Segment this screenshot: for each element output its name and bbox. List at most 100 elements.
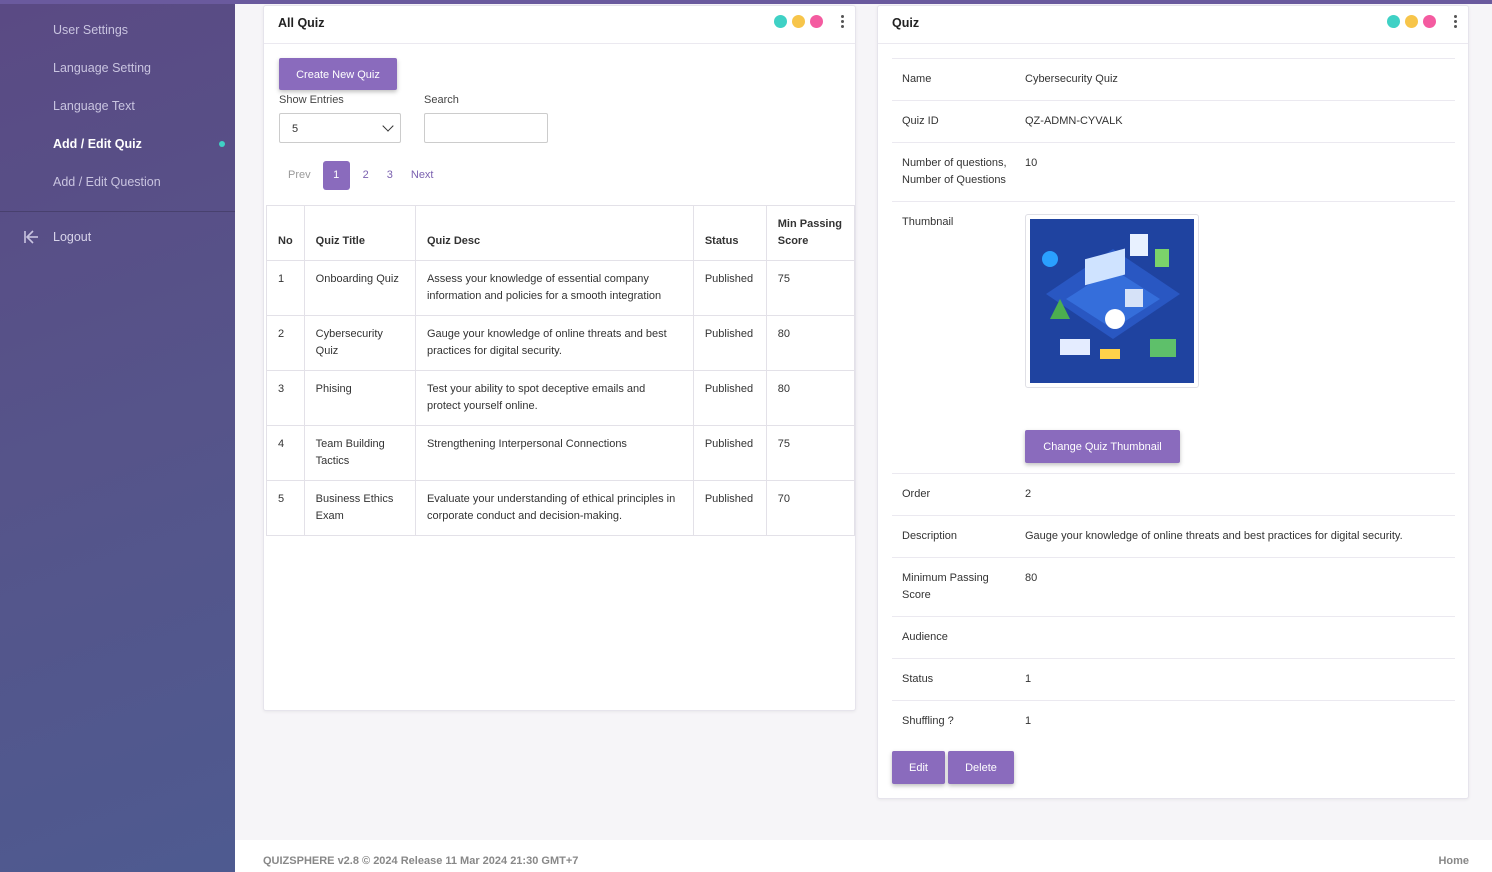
quiz-detail-list: Name Cybersecurity Quiz Quiz ID QZ-ADMN-… [892, 58, 1455, 742]
detail-label: Quiz ID [902, 115, 939, 127]
column-header: No [266, 205, 305, 261]
detail-value: 80 [1025, 572, 1038, 584]
top-accent-line [0, 0, 1492, 4]
edit-button[interactable]: Edit [892, 751, 945, 784]
quiz-detail-card: Quiz Name Cybersecurity Quiz Quiz ID QZ-… [877, 5, 1469, 799]
detail-row-order: Order 2 [892, 473, 1455, 515]
more-vert-icon[interactable] [1454, 15, 1458, 31]
table-row[interactable]: 3 Phising Test your ability to spot decept… [266, 370, 856, 426]
select-value: 5 [292, 123, 299, 135]
teal-dot [1387, 15, 1400, 28]
show-entries-select[interactable]: 5 [279, 113, 401, 143]
sidebar-item-add-edit-question[interactable]: Add / Edit Question [0, 163, 235, 201]
column-header: Quiz Desc [414, 205, 694, 261]
sidebar-item-user-settings[interactable]: User Settings [0, 11, 235, 49]
detail-row-status: Status 1 [892, 658, 1455, 700]
card-header: Quiz [878, 6, 1468, 44]
table-cell: 1 [266, 260, 305, 316]
pagination-page-1[interactable]: 1 [322, 161, 350, 190]
table-cell: 3 [266, 370, 305, 426]
sidebar-item-add-edit-quiz[interactable]: Add / Edit Quiz [0, 125, 235, 163]
table-cell: 75 [765, 260, 856, 316]
detail-actions: Edit Delete [892, 751, 1017, 784]
quiz-thumbnail-image [1025, 214, 1199, 388]
detail-label: Audience [902, 631, 948, 643]
detail-row-name: Name Cybersecurity Quiz [892, 58, 1455, 100]
footer-home-link[interactable]: Home [1438, 855, 1469, 867]
pink-dot [810, 15, 823, 28]
column-header: Min Passing Score [765, 205, 856, 261]
sidebar-item-label: Language Text [53, 99, 135, 113]
sidebar-item-label: Language Setting [53, 61, 152, 75]
detail-label: Order [902, 488, 931, 500]
detail-row-quiz-id: Quiz ID QZ-ADMN-CYVALK [892, 100, 1455, 142]
table-header-row: No Quiz Title Quiz Desc Status Min Passi… [266, 205, 856, 261]
table-cell: 2 [266, 315, 305, 371]
table-cell: 70 [765, 480, 856, 536]
table-cell: Assess your knowledge of essential compa… [414, 260, 694, 316]
detail-label: Number of questions, Number of Questions [902, 157, 1007, 186]
delete-button[interactable]: Delete [948, 751, 1014, 784]
chevron-down-icon [382, 120, 394, 132]
create-new-quiz-button[interactable]: Create New Quiz [279, 58, 397, 90]
detail-label: Name [902, 73, 932, 85]
detail-value [1025, 617, 1455, 658]
yellow-dot [1405, 15, 1418, 28]
card-title: All Quiz [278, 16, 325, 30]
detail-value: Cybersecurity Quiz [1025, 73, 1118, 85]
detail-row-audience: Audience [892, 616, 1455, 658]
detail-row-shuffling: Shuffling ? 1 [892, 700, 1455, 742]
logout-icon [24, 230, 38, 244]
table-cell: 5 [266, 480, 305, 536]
pagination-page-3[interactable]: 3 [378, 161, 402, 190]
table-cell: 80 [765, 315, 856, 371]
sidebar-item-language-text[interactable]: Language Text [0, 87, 235, 125]
card-header: All Quiz [264, 6, 855, 44]
table-cell: Cybersecurity Quiz [303, 315, 416, 371]
table-cell: Published [692, 480, 767, 536]
detail-value: Gauge your knowledge of online threats a… [1025, 530, 1403, 542]
table-cell: Strengthening Interpersonal Connections [414, 425, 694, 481]
table-cell: Test your ability to spot deceptive emai… [414, 370, 694, 426]
detail-label: Thumbnail [902, 216, 954, 228]
table-cell: Gauge your knowledge of online threats a… [414, 315, 694, 371]
pagination: Prev 1 2 3 Next [278, 161, 443, 190]
table-row[interactable]: 1 Onboarding Quiz Assess your knowledge of… [266, 260, 856, 316]
detail-row-thumbnail: Thumbnail Change Quiz Thumbnail [892, 201, 1455, 473]
yellow-dot [792, 15, 805, 28]
all-quiz-card: All Quiz Create New Quiz Show Entries Se… [263, 5, 856, 711]
table-row[interactable]: 5 Business Ethics Exam Evaluate your under… [266, 480, 856, 536]
column-header: Status [692, 205, 767, 261]
table-row[interactable]: 2 Cybersecurity Quiz Gauge your knowledge … [266, 315, 856, 371]
change-quiz-thumbnail-button[interactable]: Change Quiz Thumbnail [1025, 430, 1180, 463]
logout-label: Logout [53, 230, 92, 244]
show-entries-label: Show Entries [279, 94, 344, 106]
pagination-next[interactable]: Next [402, 161, 443, 190]
more-vert-icon[interactable] [841, 15, 845, 31]
table-cell: Published [692, 370, 767, 426]
sidebar-item-language-setting[interactable]: Language Setting [0, 49, 235, 87]
detail-value: Change Quiz Thumbnail [1025, 202, 1455, 473]
footer: QUIZSPHERE v2.8 © 2024 Release 11 Mar 20… [235, 840, 1492, 872]
detail-label: Description [902, 530, 958, 542]
detail-label: Minimum Passing Score [902, 572, 989, 601]
detail-value: 1 [1025, 673, 1032, 685]
sidebar: User Settings Language Setting Language … [0, 0, 235, 872]
window-dots [774, 15, 823, 28]
search-input[interactable] [424, 113, 548, 143]
table-row[interactable]: 4 Team Building Tactics Strengthening Inte… [266, 425, 856, 481]
table-cell: Published [692, 425, 767, 481]
column-header: Quiz Title [303, 205, 416, 261]
table-cell: Evaluate your understanding of ethical p… [414, 480, 694, 536]
logout-button[interactable]: Logout [0, 218, 235, 256]
table-cell: 75 [765, 425, 856, 481]
pagination-page-2[interactable]: 2 [354, 161, 378, 190]
pink-dot [1423, 15, 1436, 28]
table-cell: 4 [266, 425, 305, 481]
sidebar-divider [0, 211, 235, 212]
detail-value: 10 [1025, 157, 1038, 169]
table-cell: Onboarding Quiz [303, 260, 416, 316]
detail-value: QZ-ADMN-CYVALK [1025, 115, 1123, 127]
pagination-prev[interactable]: Prev [278, 161, 323, 190]
active-indicator-dot [219, 141, 225, 147]
